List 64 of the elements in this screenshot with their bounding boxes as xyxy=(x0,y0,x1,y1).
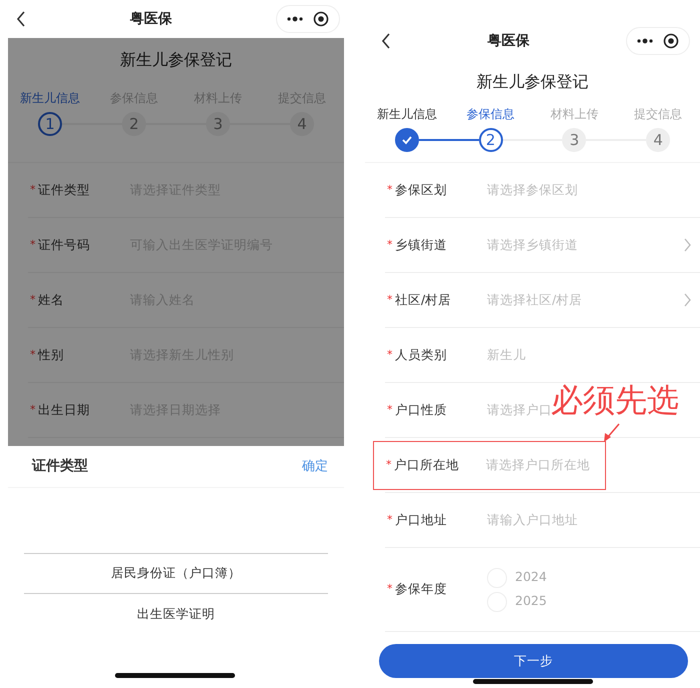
step-indicator[interactable]: 4 xyxy=(646,128,670,152)
step-indicator[interactable]: 2 xyxy=(478,128,503,152)
field-label: 户口性质 xyxy=(395,400,448,419)
input-field[interactable]: 请输入户口地址 xyxy=(487,510,581,530)
picker-title: 证件类型 xyxy=(32,457,88,476)
required-mark: * xyxy=(386,456,392,473)
field-label: 乡镇街道 xyxy=(395,236,448,254)
required-mark: * xyxy=(387,512,394,528)
field-label: 人员类别 xyxy=(395,346,448,364)
input-field[interactable]: 请选择乡镇街道 xyxy=(487,236,581,254)
radio-label: 2024 xyxy=(515,568,547,586)
required-mark: * xyxy=(30,402,36,418)
field-label: 参保年度 xyxy=(395,580,448,598)
step-label[interactable]: 参保信息 xyxy=(466,106,515,122)
input-field[interactable]: 请选择参保区划 xyxy=(487,180,581,200)
field-label: 参保区划 xyxy=(395,180,448,199)
confirm-button[interactable]: 确定 xyxy=(302,456,328,476)
more-icon[interactable] xyxy=(287,15,303,23)
nav-title: 粤医保 xyxy=(488,32,530,50)
required-mark: * xyxy=(387,581,394,598)
page-title: 新生儿参保登记 xyxy=(119,49,233,71)
field-label: 证件类型 xyxy=(38,180,91,199)
step-indicator[interactable]: 3 xyxy=(562,128,586,152)
target-icon[interactable] xyxy=(313,11,329,27)
field-label: 性别 xyxy=(38,346,65,364)
nav-title: 粤医保 xyxy=(130,10,172,28)
page-title: 新生儿参保登记 xyxy=(476,71,590,93)
more-icon[interactable] xyxy=(637,37,653,45)
step-indicator[interactable]: 3 xyxy=(206,112,230,136)
step-indicator[interactable]: 1 xyxy=(38,112,62,136)
field-label: 社区/村居 xyxy=(395,290,452,309)
required-mark: * xyxy=(30,236,36,253)
field-label: 户口所在地 xyxy=(394,456,460,474)
annotation-text: 必须先选 xyxy=(551,380,679,420)
field-label: 证件号码 xyxy=(38,236,91,254)
required-mark: * xyxy=(387,182,394,198)
next-button[interactable]: 下一步 xyxy=(379,644,688,678)
back-icon[interactable] xyxy=(16,10,26,28)
field-label: 姓名 xyxy=(38,290,65,309)
step-label[interactable]: 新生儿信息 xyxy=(376,106,437,122)
step-indicator[interactable]: 2 xyxy=(122,112,146,136)
required-mark: * xyxy=(387,292,394,308)
step-label[interactable]: 提交信息 xyxy=(634,106,682,122)
step-label[interactable]: 材料上传 xyxy=(550,106,598,122)
radio-label: 2025 xyxy=(515,592,547,610)
required-mark: * xyxy=(387,346,394,363)
check-icon xyxy=(400,134,413,146)
required-mark: * xyxy=(387,402,394,418)
target-icon[interactable] xyxy=(663,33,679,49)
field-label: 户口地址 xyxy=(395,510,448,529)
required-mark: * xyxy=(30,182,36,198)
required-mark: * xyxy=(387,236,394,253)
picker-option[interactable]: 出生医学证明 xyxy=(24,594,328,635)
step-label[interactable]: 新生儿信息 xyxy=(20,90,80,106)
back-icon[interactable] xyxy=(381,32,391,50)
field-label: 出生日期 xyxy=(38,400,91,419)
picker-option[interactable]: 居民身份证（户口簿） xyxy=(24,553,328,594)
input-field[interactable]: 请选择户口所在地 xyxy=(486,456,592,474)
required-mark: * xyxy=(30,292,36,308)
step-indicator[interactable]: 4 xyxy=(290,112,314,136)
step-indicator[interactable] xyxy=(394,128,419,152)
input-field[interactable]: 请选择社区/村居 xyxy=(487,290,594,310)
input-field[interactable]: 新生儿 xyxy=(487,346,531,364)
required-mark: * xyxy=(30,346,36,363)
